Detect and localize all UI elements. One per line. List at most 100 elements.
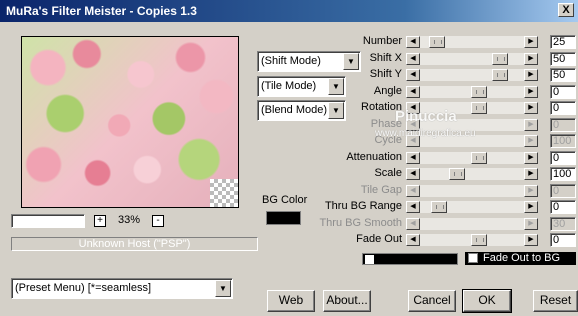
slider-right-arrow-icon: ▶: [524, 135, 538, 147]
watermark-url: www.maidiregrafica.eu: [375, 128, 476, 139]
slider-thumb[interactable]: [471, 86, 487, 98]
param-label: Thru BG Range: [324, 200, 402, 212]
slider-thumb[interactable]: [471, 234, 487, 246]
slider-thumb[interactable]: [471, 102, 487, 114]
slider-right-arrow-icon[interactable]: ▶: [524, 102, 538, 114]
fade-out-to-bg-checkbox[interactable]: [468, 253, 478, 263]
slider-right-arrow-icon: ▶: [524, 185, 538, 197]
slider-right-arrow-icon[interactable]: ▶: [524, 36, 538, 48]
zoom-level: 33%: [118, 214, 141, 226]
zoom-out-button[interactable]: -: [152, 215, 164, 227]
slider-thumb[interactable]: [431, 201, 447, 213]
about-button[interactable]: About...: [323, 290, 371, 312]
slider-right-arrow-icon[interactable]: ▶: [524, 152, 538, 164]
slider-track[interactable]: [420, 53, 524, 65]
slider-thumb[interactable]: [492, 69, 508, 81]
zoom-field[interactable]: [11, 214, 85, 228]
param-value-field[interactable]: 100: [550, 167, 576, 181]
host-status: Unknown Host ("PSP"): [11, 237, 258, 251]
param-slider[interactable]: ◀ ▶: [406, 53, 538, 65]
param-value-field: 0: [550, 184, 576, 198]
blend-mode-select[interactable]: (Blend Mode) ▼: [257, 100, 346, 121]
slider-thumb[interactable]: [449, 168, 465, 180]
slider-right-arrow-icon[interactable]: ▶: [524, 234, 538, 246]
slider-left-arrow-icon[interactable]: ◀: [406, 69, 420, 81]
param-value-field: 30: [550, 217, 576, 231]
param-slider[interactable]: ◀ ▶: [406, 69, 538, 81]
slider-left-arrow-icon[interactable]: ◀: [406, 168, 420, 180]
watermark-name: Pinuccia: [395, 108, 457, 125]
param-slider: ◀ ▶: [406, 218, 538, 230]
slider-track: [420, 185, 524, 197]
param-label: Number: [362, 35, 402, 47]
cancel-button[interactable]: Cancel: [408, 290, 456, 312]
slider-thumb[interactable]: [429, 36, 445, 48]
param-value-field[interactable]: 50: [550, 68, 576, 82]
window-title: MuRa's Filter Meister - Copies 1.3: [6, 4, 197, 18]
param-label: Attenuation: [346, 151, 402, 163]
slider-left-arrow-icon[interactable]: ◀: [406, 201, 420, 213]
fade-out-to-bg-label: Fade Out to BG: [483, 252, 561, 264]
param-slider[interactable]: ◀ ▶: [406, 36, 538, 48]
transparency-checker: [210, 179, 238, 207]
param-value-field[interactable]: 0: [550, 85, 576, 99]
slider-right-arrow-icon: ▶: [524, 218, 538, 230]
param-slider[interactable]: ◀ ▶: [406, 234, 538, 246]
chevron-down-icon[interactable]: ▼: [215, 280, 231, 297]
slider-right-arrow-icon[interactable]: ▶: [524, 168, 538, 180]
close-button[interactable]: X: [558, 3, 574, 17]
slider-track[interactable]: [420, 168, 524, 180]
slider-left-arrow-icon: ◀: [406, 185, 420, 197]
slider-track[interactable]: [420, 69, 524, 81]
param-value-field[interactable]: 0: [550, 101, 576, 115]
chevron-down-icon[interactable]: ▼: [328, 102, 344, 119]
tile-mode-value: (Tile Mode): [261, 80, 317, 92]
bg-color-swatch[interactable]: [266, 211, 301, 225]
zoom-in-button[interactable]: +: [94, 215, 106, 227]
slider-track: [420, 218, 524, 230]
slider-left-arrow-icon[interactable]: ◀: [406, 36, 420, 48]
fade-out-to-bg-option[interactable]: Fade Out to BG: [465, 252, 576, 265]
slider-right-arrow-icon: ▶: [524, 119, 538, 131]
preview-image[interactable]: [21, 36, 239, 208]
slider-left-arrow-icon[interactable]: ◀: [406, 152, 420, 164]
param-slider[interactable]: ◀ ▶: [406, 168, 538, 180]
slider-right-arrow-icon[interactable]: ▶: [524, 69, 538, 81]
param-value-field[interactable]: 0: [550, 200, 576, 214]
param-slider: ◀ ▶: [406, 185, 538, 197]
param-label: Fade Out: [356, 233, 402, 245]
param-slider[interactable]: ◀ ▶: [406, 152, 538, 164]
slider-right-arrow-icon[interactable]: ▶: [524, 53, 538, 65]
slider-left-arrow-icon[interactable]: ◀: [406, 86, 420, 98]
preset-menu[interactable]: (Preset Menu) [*=seamless] ▼: [11, 278, 233, 299]
param-label: Shift X: [369, 52, 402, 64]
slider-left-arrow-icon[interactable]: ◀: [406, 234, 420, 246]
slider-thumb[interactable]: [471, 152, 487, 164]
param-value-field[interactable]: 0: [550, 151, 576, 165]
slider-thumb[interactable]: [492, 53, 508, 65]
reset-button[interactable]: Reset: [533, 290, 578, 312]
ok-button[interactable]: OK: [462, 289, 512, 313]
fade-color-swatch[interactable]: [362, 253, 458, 265]
web-button[interactable]: Web: [267, 290, 315, 312]
param-value-field: 0: [550, 118, 576, 132]
tile-mode-select[interactable]: (Tile Mode) ▼: [257, 76, 346, 97]
param-value-field[interactable]: 0: [550, 233, 576, 247]
blend-mode-value: (Blend Mode): [261, 104, 328, 116]
param-slider[interactable]: ◀ ▶: [406, 86, 538, 98]
shift-mode-select[interactable]: (Shift Mode) ▼: [257, 51, 361, 72]
param-slider[interactable]: ◀ ▶: [406, 201, 538, 213]
param-label: Thru BG Smooth: [319, 217, 402, 229]
shift-mode-value: (Shift Mode): [261, 55, 321, 67]
chevron-down-icon[interactable]: ▼: [343, 53, 359, 70]
param-label: Shift Y: [369, 68, 402, 80]
slider-left-arrow-icon[interactable]: ◀: [406, 53, 420, 65]
fade-color-checkbox[interactable]: [365, 255, 374, 264]
param-value-field[interactable]: 50: [550, 52, 576, 66]
param-value-field[interactable]: 25: [550, 35, 576, 49]
chevron-down-icon[interactable]: ▼: [328, 78, 344, 95]
slider-right-arrow-icon[interactable]: ▶: [524, 86, 538, 98]
param-label: Scale: [374, 167, 402, 179]
param-label: Angle: [373, 85, 402, 97]
slider-right-arrow-icon[interactable]: ▶: [524, 201, 538, 213]
